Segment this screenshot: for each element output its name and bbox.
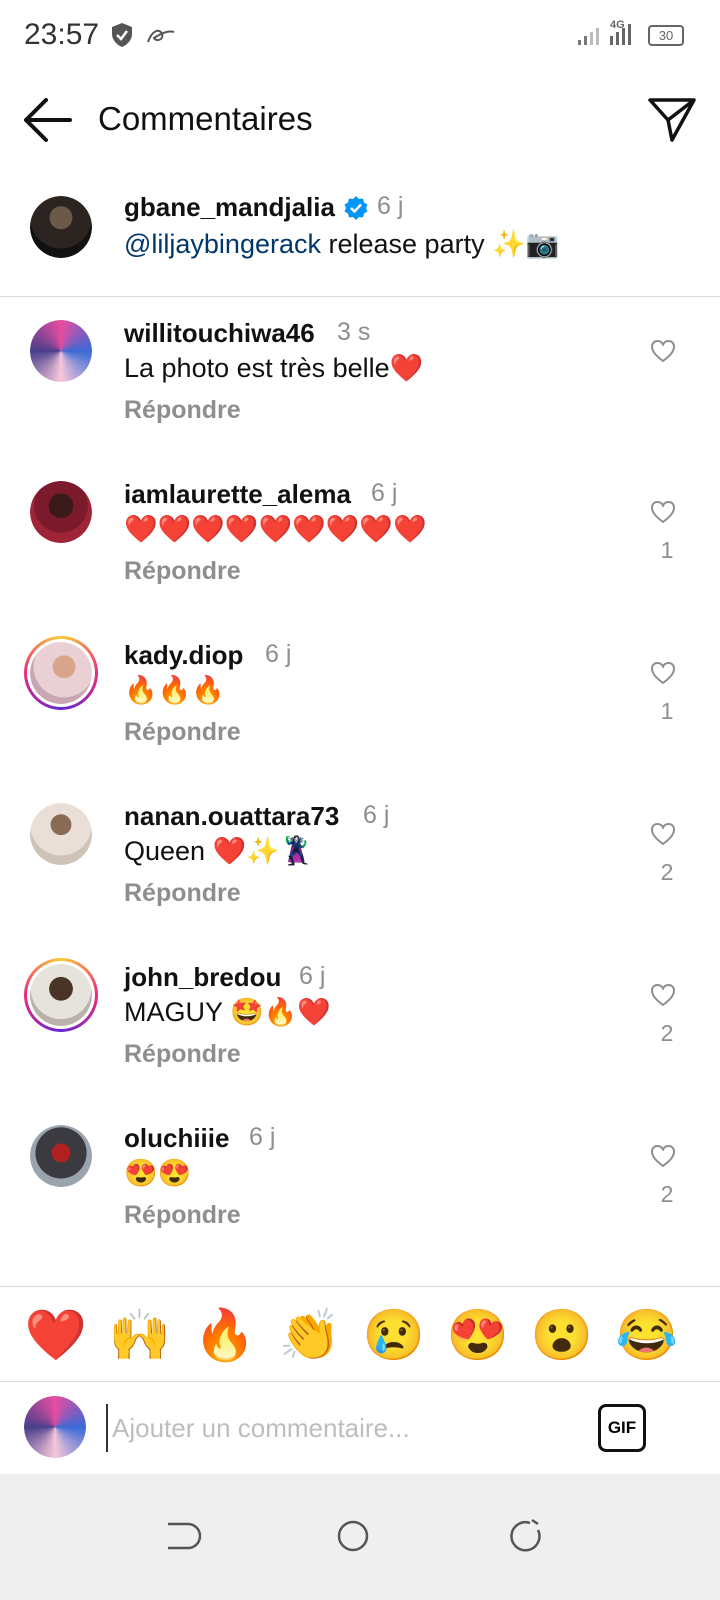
comment-time: 3 s	[337, 318, 371, 346]
reply-button[interactable]: Répondre	[124, 557, 241, 586]
reaction-heart-eyes[interactable]: 😍	[446, 1305, 510, 1365]
reaction-heart[interactable]: ❤️	[24, 1305, 88, 1365]
quick-reaction-bar: ❤️ 🙌 🔥 👏 😢 😍 😮 😂	[0, 1286, 720, 1382]
comment-username[interactable]: kady.diop	[124, 640, 243, 671]
like-count: 1	[660, 698, 674, 724]
comment-item: oluchiiie 6 j 😍😍 Répondre 2	[0, 1121, 720, 1281]
app-notification-icon	[147, 29, 175, 43]
nav-back-icon	[168, 1522, 202, 1550]
caption-time: 6 j	[377, 192, 404, 220]
reaction-laughing[interactable]: 😂	[615, 1305, 679, 1365]
avatar[interactable]	[30, 803, 92, 865]
comment-item: kady.diop 6 j 🔥🔥🔥 Répondre 1	[0, 636, 720, 798]
comment-text: 😍😍	[124, 1158, 192, 1188]
comment-composer: GIF	[0, 1382, 720, 1474]
like-heart-icon[interactable]	[650, 982, 676, 1008]
reaction-surprised[interactable]: 😮	[530, 1305, 594, 1365]
caption-username[interactable]: gbane_mandjalia	[124, 192, 335, 223]
like-count: 2	[660, 1020, 674, 1046]
comment-text: MAGUY 🤩🔥❤️	[124, 997, 331, 1027]
like-heart-icon[interactable]	[650, 821, 676, 847]
back-button[interactable]	[20, 96, 76, 144]
like-count: 2	[660, 859, 674, 885]
nav-recents-icon	[510, 1518, 541, 1552]
comment-item: nanan.ouattara73 6 j Queen ❤️✨🦹‍♀️ Répon…	[0, 799, 720, 959]
comment-time: 6 j	[299, 962, 326, 990]
avatar[interactable]	[30, 1125, 92, 1187]
like-heart-icon[interactable]	[650, 499, 676, 525]
like-count: 2	[660, 1181, 674, 1207]
story-ring[interactable]	[24, 636, 98, 710]
comment-username[interactable]: willitouchiwa46	[124, 318, 315, 349]
comment-time: 6 j	[371, 479, 398, 507]
arrow-left-icon	[24, 98, 72, 142]
comment-text: Queen ❤️✨🦹‍♀️	[124, 836, 314, 866]
paper-plane-icon	[648, 98, 696, 142]
caption-mention-link[interactable]: @liljaybingerack	[124, 229, 321, 259]
shield-icon	[112, 23, 132, 47]
comment-time: 6 j	[249, 1123, 276, 1151]
avatar[interactable]	[30, 196, 92, 258]
reply-button[interactable]: Répondre	[124, 718, 241, 747]
reply-button[interactable]: Répondre	[124, 1040, 241, 1069]
reaction-raised-hands[interactable]: 🙌	[108, 1305, 172, 1365]
comment-text: 🔥🔥🔥	[124, 675, 225, 705]
comment-username[interactable]: oluchiiie	[124, 1123, 229, 1154]
avatar[interactable]	[30, 964, 92, 1026]
current-user-avatar	[24, 1396, 86, 1458]
comment-time: 6 j	[363, 801, 390, 829]
comment-item: john_bredou 6 j MAGUY 🤩🔥❤️ Répondre 2	[0, 958, 720, 1120]
comment-username[interactable]: john_bredou	[124, 962, 281, 993]
status-bar: 23:57 4G 30	[0, 0, 720, 72]
comment-item: willitouchiwa46 3 s La photo est très be…	[0, 316, 720, 476]
gif-button[interactable]: GIF	[598, 1404, 646, 1452]
like-count: 1	[660, 537, 674, 563]
comment-username[interactable]: iamlaurette_alema	[124, 479, 351, 510]
post-caption: gbane_mandjalia 6 j @liljaybingerack rel…	[0, 190, 720, 297]
comment-input[interactable]	[106, 1404, 584, 1452]
header: Commentaires	[0, 80, 720, 160]
battery-level: 30	[658, 28, 674, 43]
reply-button[interactable]: Répondre	[124, 879, 241, 908]
reply-button[interactable]: Répondre	[124, 1201, 241, 1230]
verified-badge-icon	[344, 196, 368, 220]
comment-time: 6 j	[265, 640, 292, 668]
comment-text: ❤️❤️❤️❤️❤️❤️❤️❤️❤️	[124, 514, 427, 544]
nav-recents-button[interactable]	[496, 1506, 556, 1566]
like-heart-icon[interactable]	[650, 660, 676, 686]
share-button[interactable]	[646, 94, 698, 146]
nav-home-button[interactable]	[323, 1506, 383, 1566]
system-navigation-bar	[0, 1474, 720, 1600]
signal-icon: 4G	[578, 19, 631, 45]
avatar[interactable]	[30, 642, 92, 704]
reaction-crying[interactable]: 😢	[362, 1305, 426, 1365]
reply-button[interactable]: Répondre	[124, 396, 241, 425]
caption-text: @liljaybingerack release party ✨📷	[124, 228, 559, 260]
comment-item: iamlaurette_alema 6 j ❤️❤️❤️❤️❤️❤️❤️❤️❤️…	[0, 477, 720, 637]
caption-body: release party ✨📷	[321, 229, 560, 259]
status-time: 23:57	[24, 18, 100, 51]
reaction-fire[interactable]: 🔥	[193, 1305, 257, 1365]
comment-username[interactable]: nanan.ouattara73	[124, 801, 339, 832]
comment-text: La photo est très belle❤️	[124, 353, 424, 383]
avatar[interactable]	[30, 320, 92, 382]
network-label: 4G	[610, 19, 625, 31]
story-ring[interactable]	[24, 958, 98, 1032]
like-heart-icon[interactable]	[650, 1143, 676, 1169]
nav-back-button[interactable]	[150, 1506, 210, 1566]
reaction-clap[interactable]: 👏	[278, 1305, 342, 1365]
battery-icon: 30	[648, 25, 684, 46]
page-title: Commentaires	[98, 100, 313, 137]
nav-home-icon	[337, 1520, 369, 1552]
like-heart-icon[interactable]	[650, 338, 676, 364]
avatar[interactable]	[30, 481, 92, 543]
